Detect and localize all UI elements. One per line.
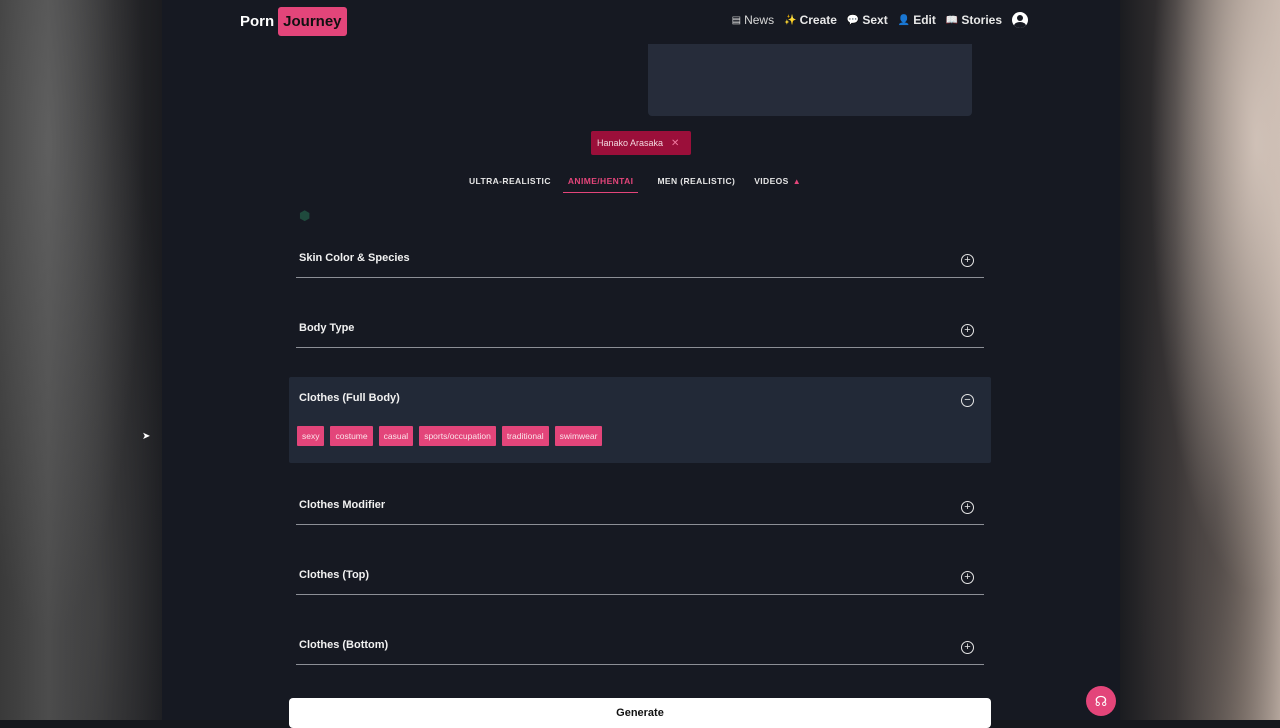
section-body-type[interactable]: Body Type + [296,322,984,348]
section-skin-color[interactable]: Skin Color & Species + [296,252,984,278]
option-chip[interactable]: sports/occupation [419,426,496,446]
nav-sext[interactable]: 💬 Sext [847,13,888,27]
nav-edit[interactable]: 👤 Edit [898,13,936,27]
option-chip[interactable]: sexy [297,426,325,446]
tab-ultra-realistic[interactable]: ULTRA-REALISTIC [462,172,563,192]
support-chat-icon[interactable]: ☊ [1086,686,1116,716]
nav-create[interactable]: ✨ Create [784,13,837,27]
tab-anime-hentai[interactable]: ANIME/HENTAI [562,172,639,193]
section-title: Clothes Modifier [299,499,386,511]
nav-stories-label: Stories [961,13,1002,27]
clothes-options: sexy costume casual sports/occupation tr… [297,426,603,446]
background-blur-left [0,0,162,720]
section-title: Clothes (Full Body) [299,392,400,404]
book-icon: 📖 [945,14,959,26]
background-blur-right [1120,0,1280,720]
nav-edit-label: Edit [913,13,936,27]
newspaper-icon: ▤ [731,14,742,26]
site-logo[interactable]: Porn Journey [240,6,347,36]
style-tabs: ULTRA-REALISTIC ANIME/HENTAI MEN (REALIS… [462,172,813,193]
top-nav: ▤ News ✨ Create 💬 Sext 👤 Edit 📖 Stories [732,10,1028,30]
section-clothes-top[interactable]: Clothes (Top) + [296,569,984,595]
preview-panel [648,44,972,116]
section-clothes-full-body[interactable]: Clothes (Full Body) − sexy costume casua… [289,377,991,463]
logo-text-primary: Porn [240,12,275,30]
expand-icon[interactable]: + [961,324,974,337]
tab-videos-label: VIDEOS [754,176,789,186]
nav-news[interactable]: ▤ News [732,13,774,27]
nav-stories[interactable]: 📖 Stories [946,13,1002,27]
expand-icon[interactable]: + [961,254,974,267]
remove-character-icon[interactable]: ✕ [671,138,679,149]
flame-icon: ▲ [792,177,802,186]
option-chip[interactable]: casual [378,426,414,446]
generate-button[interactable]: Generate [289,698,991,728]
sparkle-icon: ✨ [784,14,797,26]
collapse-icon[interactable]: − [961,394,974,407]
section-title: Skin Color & Species [299,252,410,264]
selected-character-chip: Hanako Arasaka ✕ [591,131,692,155]
expand-icon[interactable]: + [961,571,974,584]
logo-text-highlight: Journey [278,6,347,36]
chat-icon: 💬 [846,14,860,26]
section-title: Clothes (Top) [299,569,370,581]
expand-icon[interactable]: + [961,641,974,654]
section-title: Body Type [299,322,355,334]
option-chip[interactable]: traditional [501,426,549,446]
app-container: Porn Journey ▤ News ✨ Create 💬 Sext 👤 Ed… [162,0,1120,728]
section-clothes-bottom[interactable]: Clothes (Bottom) + [296,639,984,665]
selected-character-label: Hanako Arasaka [597,138,664,148]
section-clothes-modifier[interactable]: Clothes Modifier + [296,499,984,525]
nav-create-label: Create [799,13,837,27]
tab-videos[interactable]: VIDEOS ▲ [747,172,813,192]
tab-men-realistic[interactable]: MEN (REALISTIC) [650,172,747,192]
section-title: Clothes (Bottom) [299,639,389,651]
option-chip[interactable]: costume [330,426,373,446]
option-chip[interactable]: swimwear [554,426,603,446]
person-icon: 👤 [897,14,911,26]
mouse-cursor-icon: ➤ [142,431,151,442]
account-icon[interactable] [1012,12,1028,28]
nav-news-label: News [744,13,775,27]
nav-sext-label: Sext [862,13,888,27]
cube-icon: ⬢ [299,208,311,223]
expand-icon[interactable]: + [961,501,974,514]
